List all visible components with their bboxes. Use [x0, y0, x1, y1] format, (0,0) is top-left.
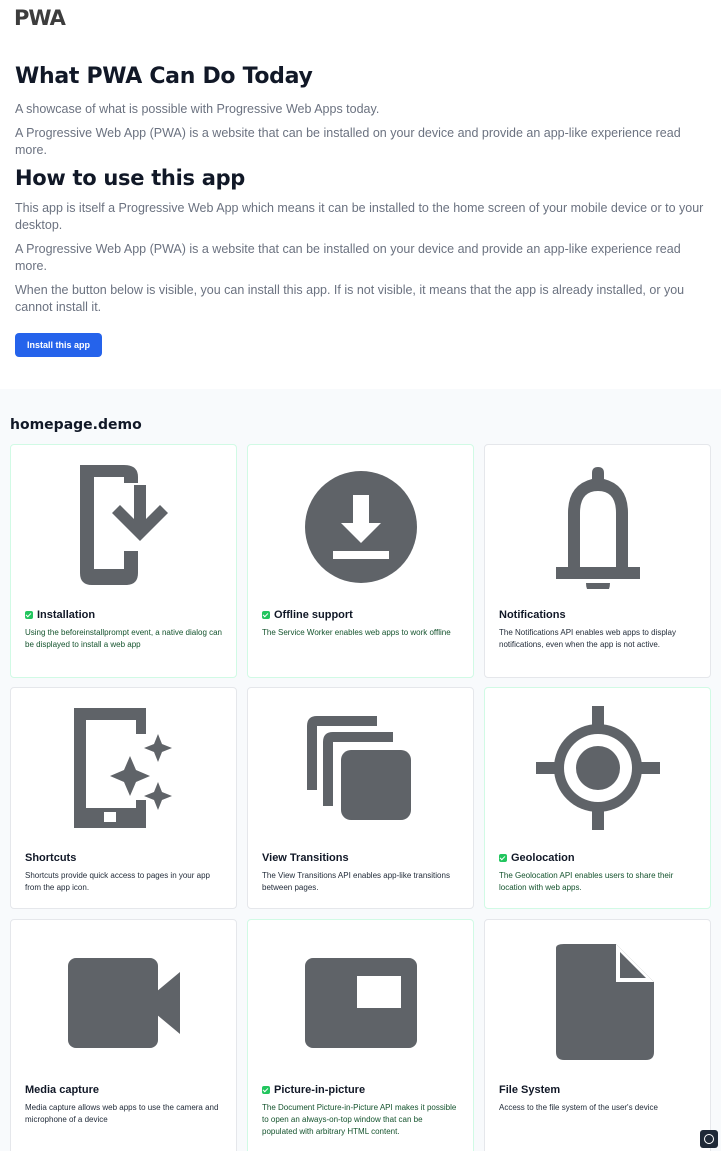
crosshair-icon — [535, 706, 660, 830]
feature-card-offline-support[interactable]: Offline support The Service Worker enabl… — [247, 444, 474, 678]
feature-description: The Service Worker enables web apps to w… — [262, 628, 451, 637]
feature-title: Media capture — [25, 1084, 99, 1096]
feature-card-installation[interactable]: Installation Using the beforeinstallprom… — [10, 444, 237, 678]
showcase-title: homepage.demo — [10, 417, 142, 433]
install-mobile-icon — [79, 465, 168, 585]
feature-description: The View Transitions API enables app-lik… — [262, 871, 450, 892]
feature-card-picture-in-picture[interactable]: Picture-in-picture The Document Picture-… — [247, 919, 474, 1151]
feature-card-media-capture[interactable]: Media capture Media capture allows web a… — [10, 919, 237, 1151]
file-icon — [555, 944, 654, 1060]
feature-description: Using the beforeinstallprompt event, a n… — [25, 628, 223, 649]
bell-icon — [555, 467, 640, 589]
feature-title: Shortcuts — [25, 852, 77, 864]
feature-card-geolocation[interactable]: Geolocation The Geolocation API enables … — [484, 687, 711, 909]
feature-title: Offline support — [262, 609, 353, 621]
video-camera-icon — [67, 958, 180, 1048]
feature-title: View Transitions — [262, 852, 349, 864]
feature-card-file-system[interactable]: File System Access to the file system of… — [484, 919, 711, 1151]
feature-card-shortcuts[interactable]: Shortcuts Shortcuts provide quick access… — [10, 687, 237, 909]
install-app-button[interactable]: Install this app — [15, 333, 103, 357]
feature-title: Notifications — [499, 609, 566, 621]
tablet-sparkle-icon — [73, 708, 172, 828]
feature-description: Access to the file system of the user's … — [499, 1103, 658, 1112]
top-bar: PWA — [0, 0, 721, 44]
feature-card-view-transitions[interactable]: View Transitions The View Transitions AP… — [247, 687, 474, 909]
feature-card-notifications[interactable]: Notifications The Notifications API enab… — [484, 444, 711, 678]
picture-in-picture-icon — [304, 958, 417, 1048]
feature-description: The Document Picture-in-Picture API make… — [262, 1103, 457, 1136]
intro-paragraph-2: A Progressive Web App (PWA) is a website… — [15, 126, 681, 157]
svg-text:PWA: PWA — [14, 6, 67, 30]
feature-title: Installation — [25, 609, 95, 621]
feature-description: The Geolocation API enables users to sha… — [499, 871, 674, 892]
showcase-section: homepage.demo Installation Using the bef… — [0, 389, 721, 1151]
feature-description: The Notifications API enables web apps t… — [499, 628, 676, 649]
feature-description: Shortcuts provide quick access to pages … — [25, 871, 210, 892]
supported-check-icon — [262, 611, 270, 619]
download-circle-icon — [304, 471, 417, 583]
page-title: What PWA Can Do Today — [15, 64, 313, 89]
supported-check-icon — [262, 1086, 270, 1094]
supported-check-icon — [499, 854, 507, 862]
feature-title: Geolocation — [499, 852, 575, 864]
corner-widget-icon[interactable] — [700, 1130, 718, 1148]
intro-section: What PWA Can Do Today A showcase of what… — [0, 44, 721, 389]
how-to-paragraph-2: A Progressive Web App (PWA) is a website… — [15, 242, 681, 273]
feature-title: File System — [499, 1084, 561, 1096]
feature-description: Media capture allows web apps to use the… — [25, 1103, 219, 1124]
supported-check-icon — [25, 611, 33, 619]
how-to-paragraph-1: This app is itself a Progressive Web App… — [15, 201, 704, 232]
how-to-heading: How to use this app — [15, 166, 246, 190]
feature-title: Picture-in-picture — [262, 1084, 365, 1096]
how-to-paragraph-3: When the button below is visible, you ca… — [15, 283, 685, 314]
intro-paragraph-1: A showcase of what is possible with Prog… — [15, 102, 380, 116]
stacked-squares-icon — [306, 716, 411, 820]
pwa-logo[interactable]: PWA — [14, 4, 70, 30]
